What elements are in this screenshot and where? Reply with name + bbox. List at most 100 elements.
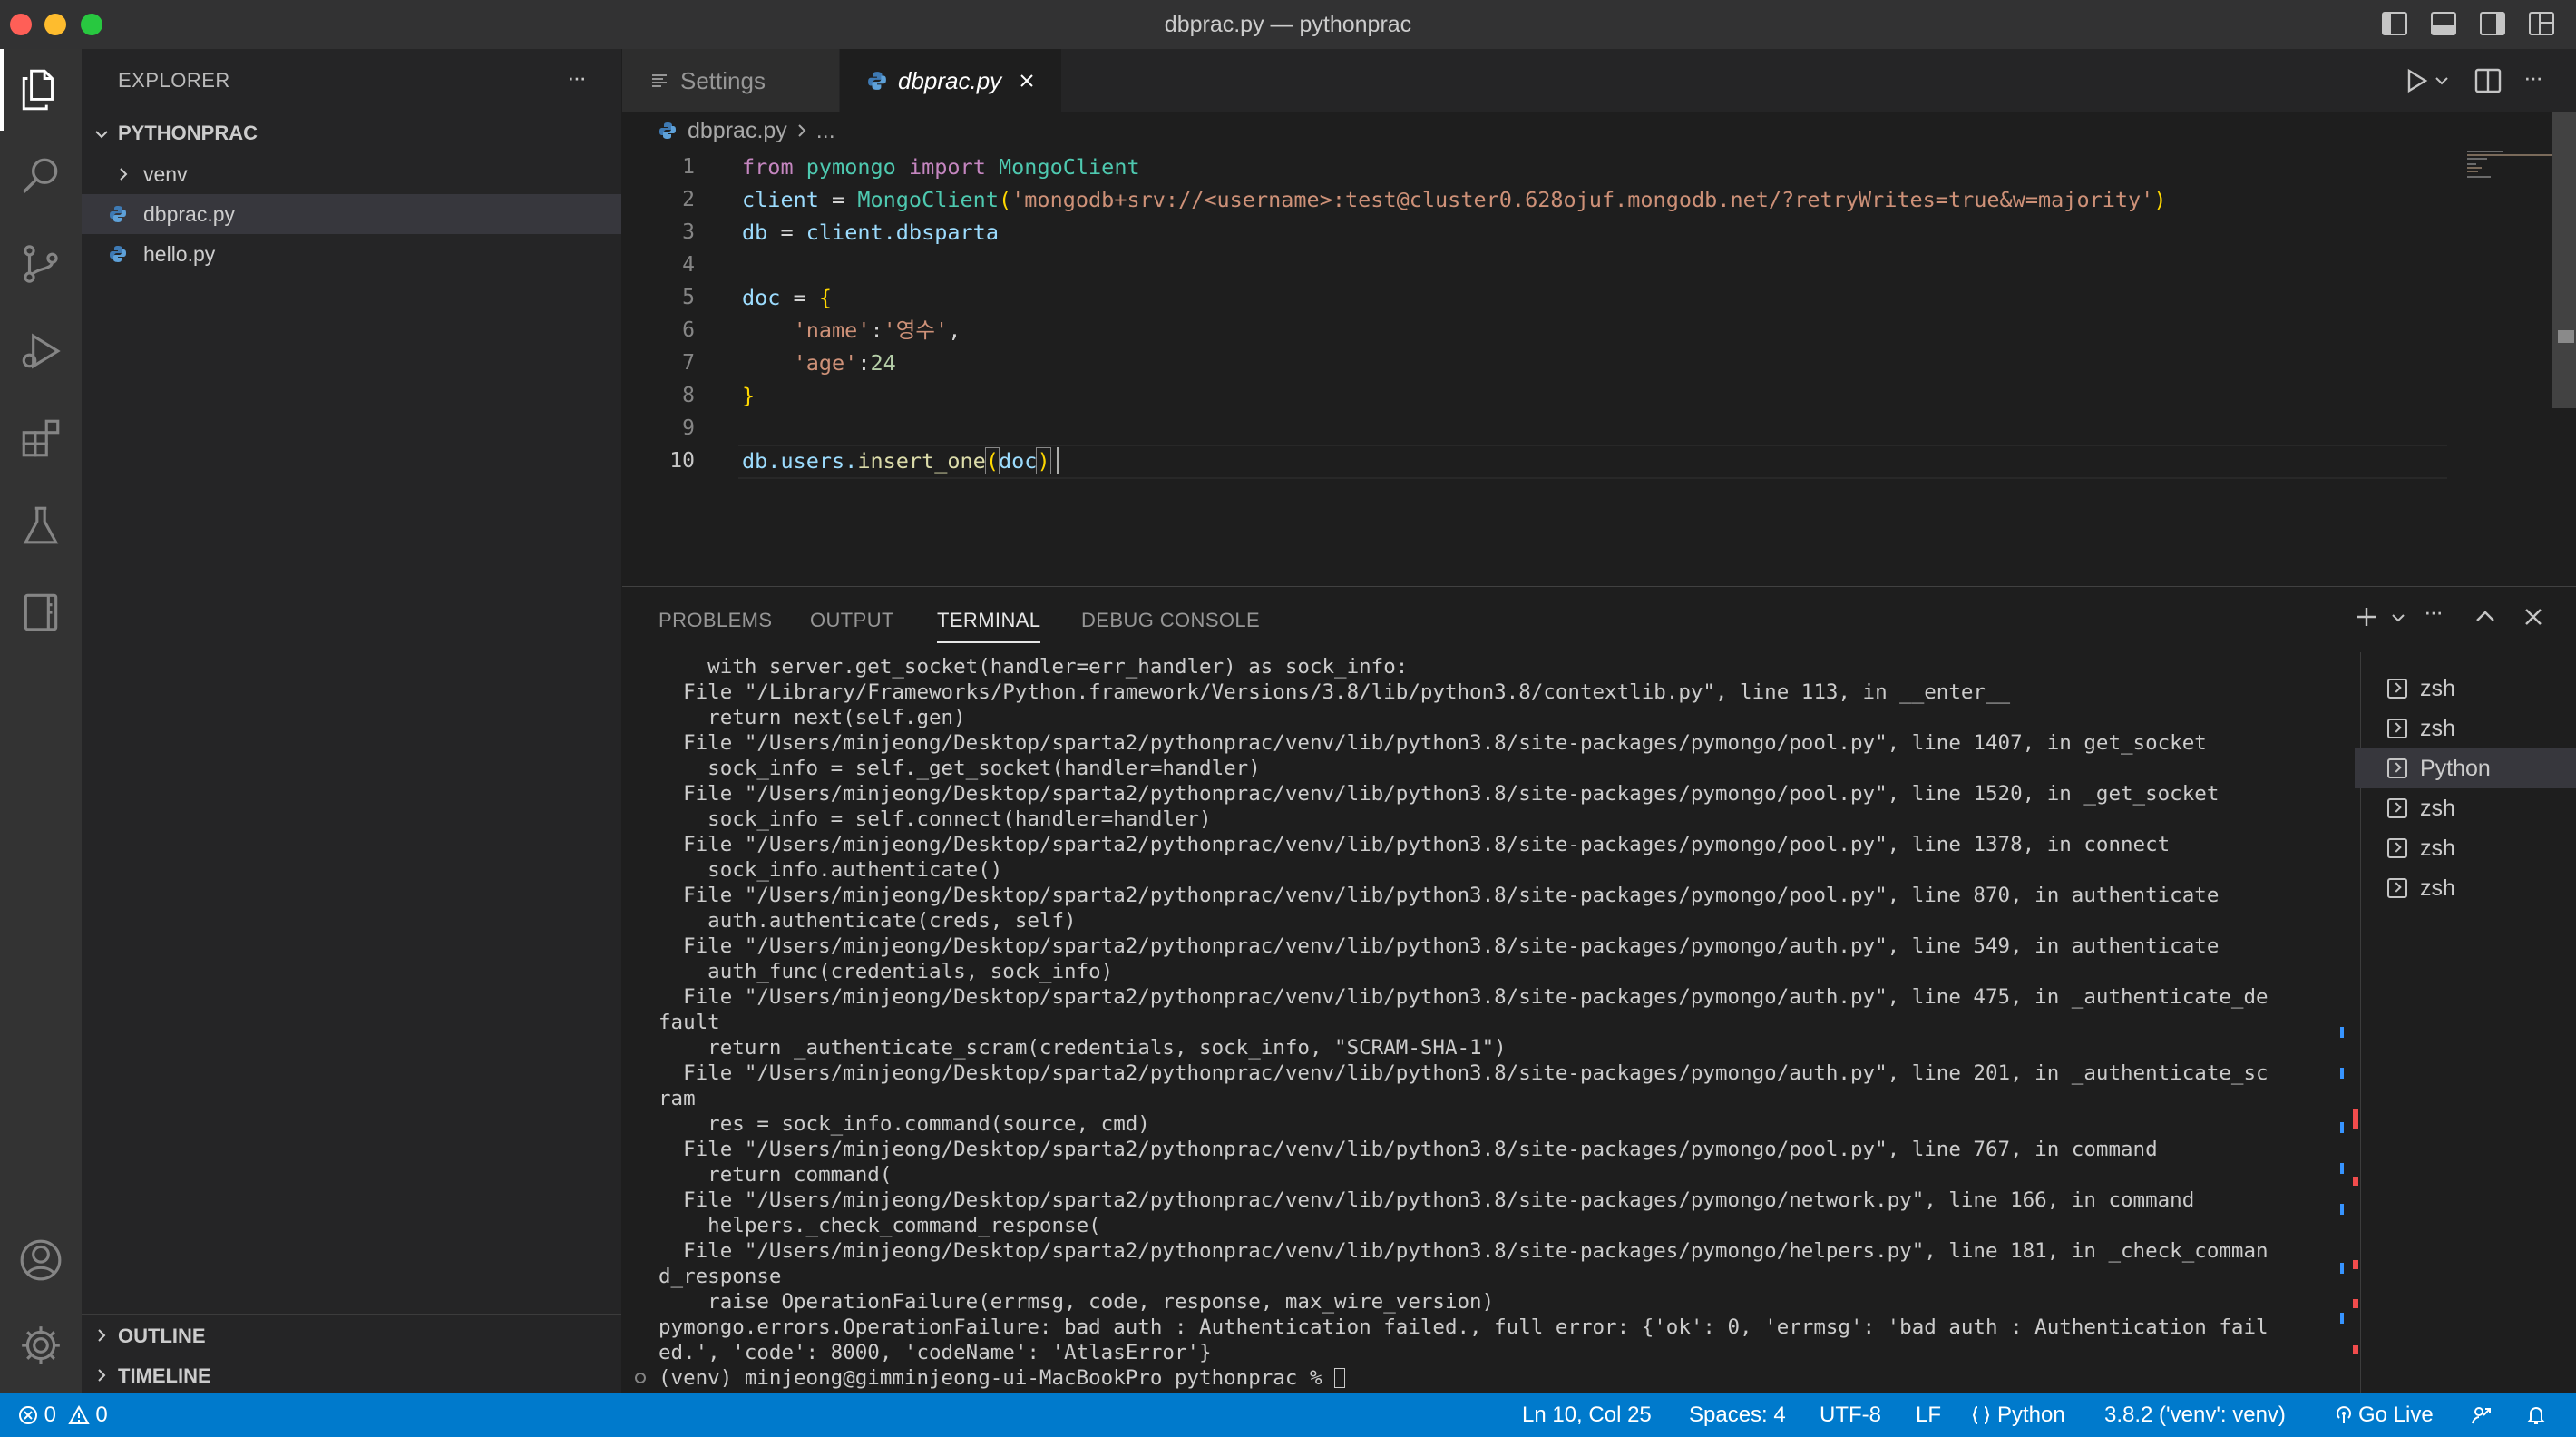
source-control-icon[interactable] [0,223,82,305]
terminal-line: res = sock_info.command(source, cmd) [659,1112,1150,1136]
notifications-bell-icon[interactable] [2525,1404,2547,1426]
new-terminal-plus-icon[interactable] [2355,605,2378,629]
manage-gear-icon[interactable] [0,1305,82,1386]
indentation[interactable]: Spaces: 4 [1689,1393,1786,1437]
tree-item-dbprac[interactable]: dbprac.py [82,194,621,234]
code-line-5: doc = { [742,285,833,310]
terminal-line: auth_func(credentials, sock_info) [659,960,1114,983]
tree-item-label: dbprac.py [143,202,236,226]
terminal-line: File "/Users/minjeong/Desktop/sparta2/py… [659,1188,2195,1212]
explorer-more-actions-button[interactable]: ··· [567,64,587,92]
terminal-line: sock_info = self.connect(handler=handler… [659,807,1212,831]
run-and-debug-icon[interactable] [0,310,82,392]
timeline-section[interactable]: TIMELINE [82,1355,621,1393]
terminal-list-item[interactable]: zsh [2355,868,2576,908]
tab-settings[interactable]: Settings [622,49,840,112]
title-bar: dbprac.py — pythonprac [0,0,2576,50]
terminal-dropdown-chevron-icon[interactable] [2391,612,2405,623]
warning-icon [68,1404,90,1424]
line-number: 5 [682,286,695,309]
tab-problems[interactable]: PROBLEMS [659,609,772,632]
terminal-output[interactable]: with server.get_socket(handler=err_handl… [635,654,2576,1391]
tab-label: dbprac.py [898,66,1002,94]
line-number: 2 [682,188,695,211]
close-tab-icon[interactable] [1018,72,1036,90]
terminal-line: File "/Users/minjeong/Desktop/sparta2/py… [659,1061,2269,1085]
terminal-list-item[interactable]: zsh [2355,709,2576,748]
editor-scrollbar[interactable] [2552,112,2576,408]
toggle-primary-sidebar-icon[interactable] [2382,12,2407,35]
extensions-icon[interactable] [0,397,82,479]
run-file-icon[interactable] [2404,67,2429,94]
tab-output[interactable]: OUTPUT [810,609,894,632]
terminal-icon [2387,878,2407,898]
terminal-prompt[interactable]: (venv) minjeong@gimminjeong-ui-MacBookPr… [635,1365,2576,1391]
explorer-sidebar: EXPLORER ··· PYTHONPRAC venv dbprac.py h… [82,49,622,1393]
terminal-icon [2387,758,2407,778]
end-of-line[interactable]: LF [1916,1393,1941,1437]
terminal-list-item[interactable]: zsh [2355,788,2576,828]
close-panel-icon[interactable] [2523,607,2543,627]
window-title: dbprac.py — pythonprac [1164,12,1412,37]
terminal-line: File "/Users/minjeong/Desktop/sparta2/py… [659,884,2220,907]
split-editor-icon[interactable] [2474,67,2502,94]
outline-section[interactable]: OUTLINE [82,1315,621,1354]
panel-more-actions-button[interactable]: ··· [2424,598,2444,626]
tree-item-venv[interactable]: venv [82,154,621,194]
tab-terminal[interactable]: TERMINAL [937,609,1040,632]
toggle-panel-icon[interactable] [2431,12,2456,35]
activity-bar [0,49,82,1393]
encoding[interactable]: UTF-8 [1820,1393,1881,1437]
toggle-secondary-sidebar-icon[interactable] [2480,12,2505,35]
code-editor[interactable]: dbprac.py ... 1 2 3 4 5 6 7 8 9 10 from … [622,112,2576,586]
terminal-line: return command( [659,1163,893,1187]
code-line-10: db.users.insert_one(doc) [742,447,1051,474]
problems-status[interactable]: 0 0 [18,1393,108,1437]
folder-header[interactable]: PYTHONPRAC [82,114,621,152]
terminal-list-item[interactable]: zsh [2355,828,2576,868]
remote-explorer-icon[interactable] [0,572,82,653]
go-live-button[interactable]: Go Live [2333,1393,2434,1437]
editor-tab-bar: Settings dbprac.py ··· [622,49,2576,112]
python-file-icon [110,246,126,262]
chevron-down-icon [95,131,108,139]
run-dropdown-chevron-icon[interactable] [2435,74,2449,87]
tab-debug-console[interactable]: DEBUG CONSOLE [1081,609,1260,632]
cursor-position[interactable]: Ln 10, Col 25 [1522,1393,1652,1437]
terminal-list-item[interactable]: zsh [2355,669,2576,709]
terminal-icon [2387,718,2407,738]
broadcast-icon [2337,1406,2351,1423]
line-number: 1 [682,155,695,179]
terminal-icon [2387,838,2407,858]
terminal-line: auth.authenticate(creds, self) [659,909,1077,933]
breadcrumb-more[interactable]: ... [816,118,835,144]
customize-layout-icon[interactable] [2529,12,2554,35]
terminal-line: sock_info = self._get_socket(handler=han… [659,757,1261,780]
line-number: 8 [682,384,695,407]
bottom-panel: PROBLEMS OUTPUT TERMINAL DEBUG CONSOLE ·… [622,586,2576,1394]
error-icon [19,1406,37,1424]
feedback-icon[interactable] [2471,1404,2493,1426]
tab-dbprac[interactable]: dbprac.py [840,49,1061,112]
language-mode[interactable]: Python [1970,1393,2065,1437]
python-file-icon [110,206,126,222]
terminal-line: with server.get_socket(handler=err_handl… [659,655,1409,679]
explorer-icon[interactable] [0,49,82,131]
code-line-1: from pymongo import MongoClient [742,154,1140,180]
code-line-7: 'age':24 [793,350,896,376]
breadcrumb-file[interactable]: dbprac.py [688,118,787,144]
breadcrumb: dbprac.py ... [659,112,835,149]
line-number: 6 [682,318,695,342]
tree-item-hello[interactable]: hello.py [82,234,621,274]
chevron-right-icon [120,168,128,181]
testing-icon[interactable] [0,484,82,566]
line-number: 3 [682,220,695,244]
maximize-panel-chevron-up-icon[interactable] [2474,607,2496,627]
code-line-2: client = MongoClient('mongodb+srv://<use… [742,187,2167,212]
accounts-icon[interactable] [0,1219,82,1301]
python-interpreter[interactable]: 3.8.2 ('venv': venv) [2104,1393,2286,1437]
search-icon[interactable] [0,136,82,218]
editor-more-actions-button[interactable]: ··· [2523,64,2543,92]
terminal-list-item-active[interactable]: Python [2355,748,2576,788]
chevron-right-icon [798,124,806,137]
